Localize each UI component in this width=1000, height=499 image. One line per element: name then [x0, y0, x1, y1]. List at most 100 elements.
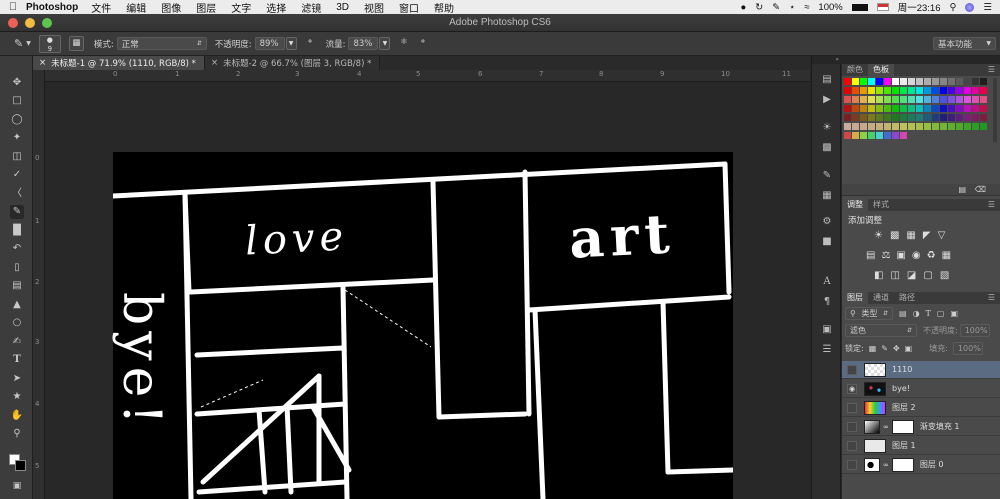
- swatch[interactable]: [844, 78, 851, 85]
- eyedropper-tool-icon[interactable]: ✓: [10, 168, 24, 182]
- move-tool-icon[interactable]: ✥: [10, 76, 24, 90]
- hue-saturation-icon[interactable]: ▤: [866, 250, 875, 261]
- swatch[interactable]: [980, 78, 987, 85]
- swatch[interactable]: [932, 87, 939, 94]
- swatch[interactable]: [908, 87, 915, 94]
- blend-mode-select[interactable]: 滤色 ⇵: [845, 324, 917, 337]
- gradient-tool-icon[interactable]: ▤: [10, 279, 24, 293]
- swatch[interactable]: [916, 96, 923, 103]
- exposure-icon[interactable]: ◤: [923, 230, 931, 241]
- swatch[interactable]: [972, 123, 979, 130]
- battery-icon[interactable]: [851, 3, 868, 11]
- delete-swatch-icon[interactable]: ⌫: [975, 185, 986, 194]
- info-panel-icon[interactable]: ☀: [820, 122, 834, 134]
- swatch[interactable]: [876, 123, 883, 130]
- swatch[interactable]: [852, 87, 859, 94]
- filter-pixel-icon[interactable]: ▤: [899, 309, 907, 318]
- swatch[interactable]: [908, 78, 915, 85]
- swatch[interactable]: [932, 123, 939, 130]
- menu-type[interactable]: 文字: [231, 0, 251, 15]
- swatch[interactable]: [924, 114, 931, 121]
- swatch[interactable]: [932, 105, 939, 112]
- swatch[interactable]: [916, 123, 923, 130]
- lasso-tool-icon[interactable]: ◯: [10, 113, 24, 127]
- layer-fill-input[interactable]: 100%: [952, 342, 983, 355]
- sync-icon[interactable]: ↻: [755, 2, 763, 13]
- swatch[interactable]: [844, 114, 851, 121]
- document-tab-2[interactable]: × 未标题-2 @ 66.7% (图层 3, RGB/8) *: [204, 56, 381, 70]
- eraser-tool-icon[interactable]: ▯: [10, 261, 24, 275]
- clone-stamp-tool-icon[interactable]: █: [10, 224, 24, 238]
- healing-brush-tool-icon[interactable]: 〈: [10, 187, 24, 201]
- layer-row-0[interactable]: ∞ 图层 0: [842, 456, 1000, 474]
- swatch[interactable]: [884, 87, 891, 94]
- swatch[interactable]: [964, 96, 971, 103]
- brightness-contrast-icon[interactable]: ☀: [874, 230, 883, 241]
- swatch[interactable]: [964, 114, 971, 121]
- swatch[interactable]: [972, 96, 979, 103]
- menu-layer[interactable]: 图层: [196, 0, 216, 15]
- swatch[interactable]: [900, 96, 907, 103]
- swatch[interactable]: [844, 132, 851, 139]
- swatch[interactable]: [860, 78, 867, 85]
- brush-panel-icon[interactable]: ✎: [820, 170, 834, 182]
- swatch[interactable]: [932, 78, 939, 85]
- channel-mixer-icon[interactable]: ♻: [927, 250, 936, 261]
- swatch[interactable]: [860, 132, 867, 139]
- close-tab-icon[interactable]: ×: [39, 58, 46, 68]
- blur-tool-icon[interactable]: ▲: [10, 298, 24, 312]
- swatch[interactable]: [980, 96, 987, 103]
- tab-swatches[interactable]: 色板: [868, 64, 894, 76]
- chain-link-icon[interactable]: ∞: [883, 461, 889, 469]
- swatch[interactable]: [940, 87, 947, 94]
- filter-shape-icon[interactable]: ▢: [937, 309, 945, 318]
- background-color-swatch[interactable]: [15, 460, 26, 471]
- swatch[interactable]: [844, 123, 851, 130]
- search-icon[interactable]: ⚲: [950, 2, 957, 13]
- menu-help[interactable]: 帮助: [434, 0, 454, 15]
- bluetooth-icon[interactable]: ⋆: [789, 2, 795, 13]
- vertical-ruler[interactable]: 0 1 2 3 4 5: [33, 70, 45, 499]
- collapse-dock-icon[interactable]: »: [812, 56, 842, 64]
- swatch[interactable]: [972, 78, 979, 85]
- color-balance-icon[interactable]: ⚖: [881, 250, 890, 261]
- layer-row-gradient-fill[interactable]: ∞ 渐变填充 1: [842, 418, 1000, 436]
- lock-transparent-icon[interactable]: ▦: [869, 344, 877, 353]
- swatch[interactable]: [892, 123, 899, 130]
- filter-smart-icon[interactable]: ▣: [950, 309, 958, 318]
- swatch[interactable]: [860, 105, 867, 112]
- swatch[interactable]: [916, 78, 923, 85]
- menu-filter[interactable]: 滤镜: [301, 0, 321, 15]
- swatch[interactable]: [884, 114, 891, 121]
- vibrance-icon[interactable]: ▽: [938, 230, 946, 241]
- swatch[interactable]: [956, 105, 963, 112]
- clock[interactable]: 周一23:16: [898, 0, 941, 14]
- swatch[interactable]: [844, 105, 851, 112]
- swatch[interactable]: [868, 105, 875, 112]
- swatch[interactable]: [876, 114, 883, 121]
- layer-filter-select[interactable]: ⚲ 类型 ⇵: [845, 307, 893, 320]
- brush-tool-icon[interactable]: ✎: [10, 205, 24, 219]
- menu-view[interactable]: 视图: [364, 0, 384, 15]
- swatch[interactable]: [844, 87, 851, 94]
- swatch[interactable]: [876, 78, 883, 85]
- swatch[interactable]: [852, 96, 859, 103]
- brush-tool-icon[interactable]: ✎: [14, 37, 23, 50]
- layer-mask-thumbnail[interactable]: [891, 457, 914, 472]
- tool-presets-panel-icon[interactable]: ■: [820, 236, 834, 248]
- threshold-icon[interactable]: ◪: [907, 270, 916, 281]
- swatch[interactable]: [924, 78, 931, 85]
- menu-window[interactable]: 窗口: [399, 0, 419, 15]
- swatch[interactable]: [860, 123, 867, 130]
- opacity-dropdown-button[interactable]: ▼: [285, 37, 297, 50]
- swatch[interactable]: [892, 105, 899, 112]
- swatch[interactable]: [972, 114, 979, 121]
- shape-tool-icon[interactable]: ★: [10, 390, 24, 404]
- swatch[interactable]: [884, 132, 891, 139]
- swatch[interactable]: [868, 114, 875, 121]
- swatch[interactable]: [956, 78, 963, 85]
- script-icon[interactable]: ✎: [772, 2, 780, 13]
- crop-tool-icon[interactable]: ◫: [10, 150, 24, 164]
- clone-source-panel-icon[interactable]: ▦: [820, 190, 834, 202]
- swatch[interactable]: [924, 123, 931, 130]
